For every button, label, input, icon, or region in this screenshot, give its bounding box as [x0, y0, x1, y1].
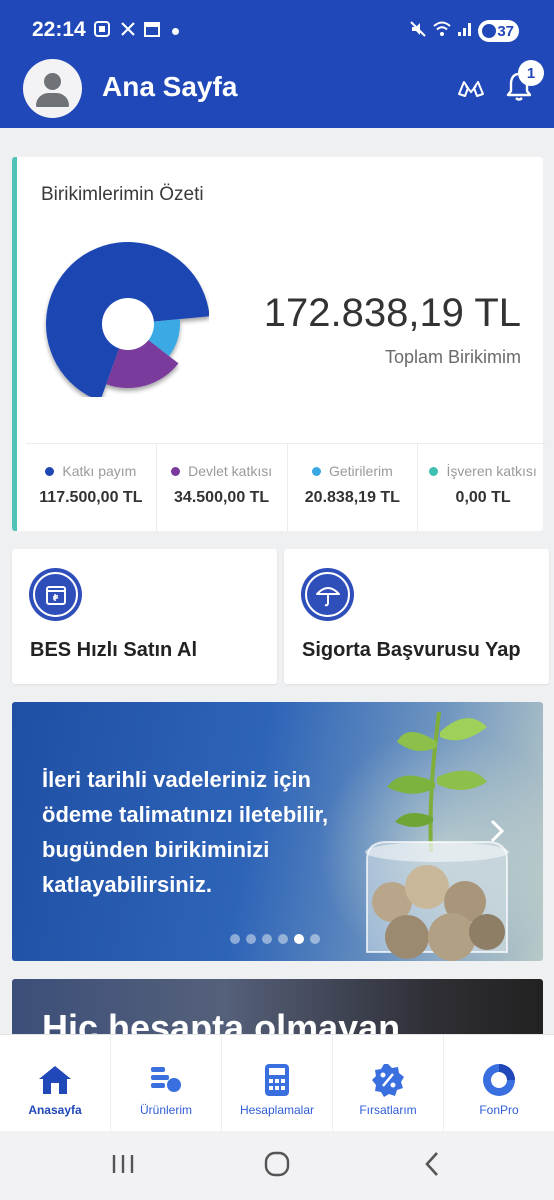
breakdown-label: Katkı payım: [62, 463, 137, 479]
breakdown-item-contribution: Katkı payım 117.500,00 TL: [26, 444, 157, 531]
mute-icon: [408, 19, 428, 39]
insurance-apply-button[interactable]: Sigorta Başvurusu Yap: [284, 549, 549, 684]
breakdown-label: Devlet katkısı: [188, 463, 273, 479]
legend-dot: [311, 466, 321, 476]
nav-fonpro[interactable]: FonPro: [444, 1035, 554, 1131]
legend-dot: [171, 466, 181, 476]
app-header: 22:14 37 Ana Sayfa 1: [0, 0, 554, 128]
status-time: 22:14: [32, 18, 86, 41]
status-bar: 22:14 37: [0, 0, 554, 60]
breakdown-item-state-contribution: Devlet katkısı 34.500,00 TL: [157, 444, 288, 531]
system-navigation-bar: [0, 1131, 554, 1200]
back-icon[interactable]: [418, 1149, 448, 1179]
savings-summary-card: Birikimlerimin Özeti 172.838,19 TL Topla…: [12, 157, 548, 531]
fonpro-icon: [483, 1064, 515, 1096]
sign-language-icon[interactable]: [456, 74, 486, 102]
screenshot-icon: [92, 19, 112, 39]
carousel-dot[interactable]: [246, 934, 256, 944]
breakdown-item-returns: Getirilerim 20.838,19 TL: [288, 444, 419, 531]
discount-badge-icon: [372, 1064, 404, 1097]
bottom-navigation: Anasayfa Ürünlerim Hesaplamalar Fırsatla…: [0, 1034, 554, 1131]
lira-box-icon: [29, 568, 82, 621]
nav-opportunities[interactable]: Fırsatlarım: [333, 1035, 444, 1131]
nav-label: Fırsatlarım: [359, 1103, 417, 1117]
carousel-dot[interactable]: [278, 934, 288, 944]
avatar[interactable]: [23, 59, 82, 118]
nav-label: Anasayfa: [28, 1103, 82, 1117]
carousel-dots[interactable]: [230, 934, 320, 944]
nav-products[interactable]: Ürünlerim: [111, 1035, 222, 1131]
promo-banner[interactable]: İleri tarihli vadeleriniz için ödeme tal…: [12, 702, 543, 961]
promo-banner-secondary[interactable]: Hiç hesapta olmayan: [12, 979, 543, 1039]
breakdown-item-employer: İşveren katkısı 0,00 TL: [418, 444, 548, 531]
breakdown-value: 0,00 TL: [455, 489, 511, 506]
insurance-apply-label: Sigorta Başvurusu Yap: [302, 639, 521, 661]
breakdown-label: İşveren katkısı: [446, 463, 537, 479]
battery-saver-icon: [482, 24, 496, 38]
notification-badge: 1: [518, 60, 544, 86]
legend-dot: [429, 466, 439, 476]
total-savings-label: Toplam Birikimim: [384, 347, 521, 367]
total-savings-amount: 172.838,19 TL: [263, 291, 521, 335]
breakdown-value: 34.500,00 TL: [174, 489, 270, 506]
umbrella-icon: [301, 568, 354, 621]
bes-quick-buy-button[interactable]: BES Hızlı Satın Al: [12, 549, 277, 684]
page-title: Ana Sayfa: [102, 71, 238, 102]
products-icon: [151, 1067, 181, 1092]
calculator-icon: [265, 1064, 289, 1096]
breakdown-label: Getirilerim: [328, 463, 393, 479]
signal-icon: [455, 19, 475, 39]
savings-breakdown: Katkı payım 117.500,00 TL Devlet katkısı…: [26, 443, 548, 531]
carousel-dot[interactable]: [230, 934, 240, 944]
nav-label: FonPro: [479, 1103, 519, 1117]
carousel-dot[interactable]: [294, 934, 304, 944]
carousel-dot[interactable]: [310, 934, 320, 944]
nav-label: Hesaplamalar: [239, 1103, 315, 1117]
x-app-icon: [118, 19, 138, 39]
nav-calculations[interactable]: Hesaplamalar: [222, 1035, 333, 1131]
bes-quick-buy-label: BES Hızlı Satın Al: [30, 639, 198, 661]
savings-donut-chart: [46, 242, 209, 397]
home-button-icon[interactable]: [262, 1149, 292, 1179]
summary-title: Birikimlerimin Özeti: [41, 184, 204, 205]
recent-apps-icon[interactable]: [108, 1149, 138, 1179]
notification-dot: [172, 28, 179, 35]
nav-label: Ürünlerim: [139, 1103, 192, 1117]
battery-level: 37: [497, 22, 514, 40]
promo-banner-text: İleri tarihli vadeleriniz için ödeme tal…: [42, 767, 329, 897]
breakdown-value: 20.838,19 TL: [304, 489, 400, 506]
chevron-right-icon[interactable]: [486, 816, 508, 846]
nav-home[interactable]: Anasayfa: [0, 1035, 111, 1131]
home-icon: [39, 1066, 71, 1094]
carousel-dot[interactable]: [262, 934, 272, 944]
legend-dot: [45, 466, 55, 476]
donut-hole: [102, 298, 154, 350]
battery-indicator: 37: [478, 20, 519, 42]
calendar-icon: [142, 19, 162, 39]
breakdown-value: 117.500,00 TL: [39, 489, 143, 506]
wifi-icon: [432, 19, 452, 39]
